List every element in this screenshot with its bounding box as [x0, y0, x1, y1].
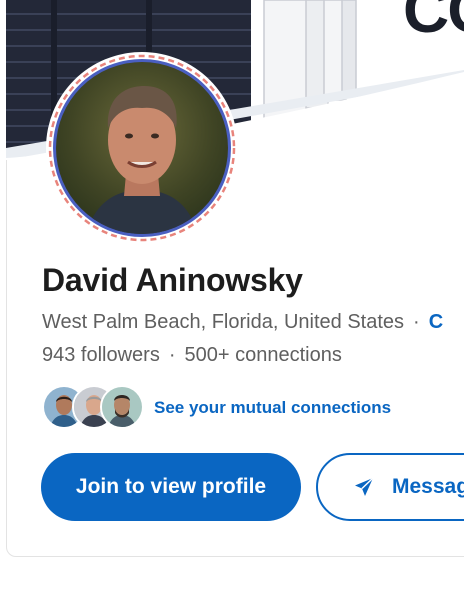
- mutual-avatars[interactable]: [42, 385, 144, 429]
- message-button-label: Messag: [392, 475, 464, 498]
- profile-location: West Palm Beach, Florida, United States: [42, 311, 405, 333]
- separator-dot: ·: [168, 344, 176, 366]
- profile-stats-line: 943 followers · 500+ connections: [42, 344, 342, 367]
- message-button[interactable]: Messag: [316, 453, 464, 521]
- mutual-connections-link[interactable]: See your mutual connections: [154, 398, 391, 418]
- profile-page: CO: [0, 0, 464, 595]
- banner-logo-text: CO: [403, 0, 464, 46]
- profile-avatar[interactable]: [46, 52, 238, 244]
- profile-name: David Aninowsky: [42, 262, 303, 298]
- followers-count: 943 followers: [42, 344, 160, 366]
- send-icon: [352, 475, 376, 499]
- connections-count: 500+ connections: [184, 344, 342, 366]
- mutual-avatar-3: [100, 385, 144, 429]
- profile-location-line: West Palm Beach, Florida, United States ·…: [42, 311, 443, 334]
- join-to-view-profile-button[interactable]: Join to view profile: [41, 453, 301, 521]
- contact-info-link[interactable]: C: [429, 311, 443, 333]
- separator-dot: ·: [413, 311, 420, 333]
- profile-photo: [56, 62, 228, 234]
